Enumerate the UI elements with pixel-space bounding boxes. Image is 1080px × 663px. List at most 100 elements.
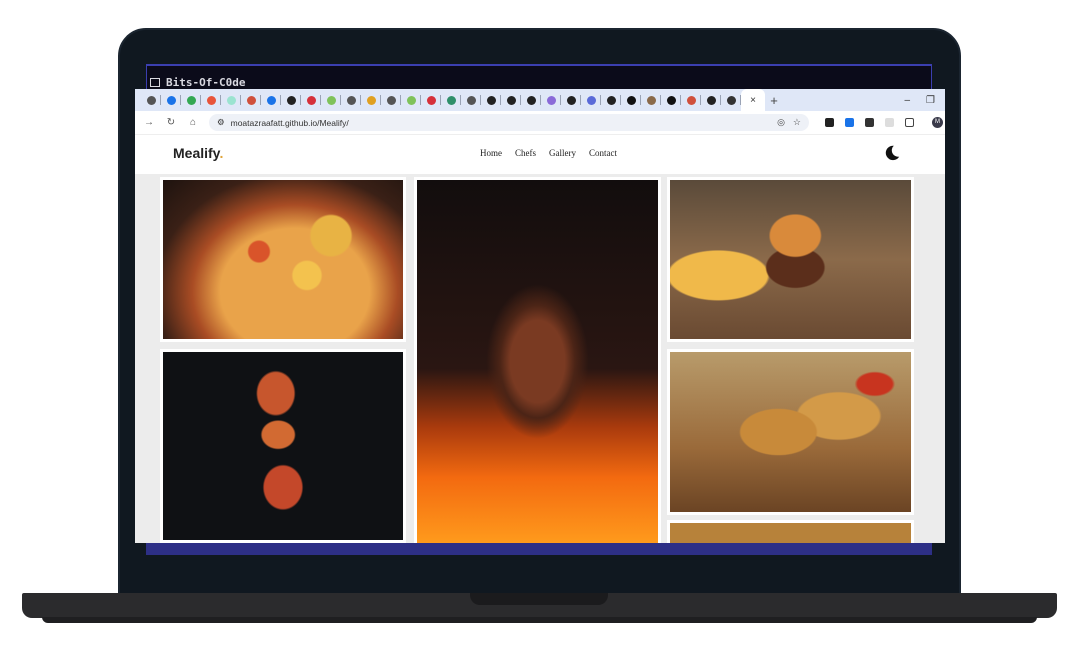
browser-tab[interactable] [401,89,421,111]
browser-tab[interactable] [281,89,301,111]
app-icon [266,95,276,105]
drive-icon [166,95,176,105]
browser-tab[interactable] [441,89,461,111]
github-icon [526,95,536,105]
app-icon [426,95,436,105]
fried-chicken-photo[interactable] [667,349,914,515]
app-icon [406,95,416,105]
browser-window: × + – ❐ → ↻ ⌂ ⚙ moatazraafatt.github.io/M… [135,89,945,543]
nav-home[interactable]: Home [480,148,502,158]
browser-tab[interactable] [721,89,741,111]
active-tab[interactable]: × [741,89,765,111]
nav-gallery[interactable]: Gallery [549,148,576,158]
download-extension-icon[interactable] [845,118,854,127]
globe-icon [346,95,356,105]
browser-tab[interactable] [581,89,601,111]
bookmark-icon [366,95,376,105]
star-icon[interactable]: ☆ [793,117,801,128]
browser-tab[interactable] [201,89,221,111]
browser-tab[interactable] [661,89,681,111]
browser-tab[interactable] [161,89,181,111]
app-icon [306,95,316,105]
browser-tab[interactable] [681,89,701,111]
browser-tab[interactable] [641,89,661,111]
reload-icon[interactable]: ↻ [165,117,177,128]
browser-tab[interactable] [501,89,521,111]
app-icon [666,95,676,105]
browser-tab[interactable] [381,89,401,111]
browser-tab[interactable] [541,89,561,111]
browser-tab[interactable] [221,89,241,111]
app-icon [726,95,736,105]
github-icon [286,95,296,105]
dark-mode-moon-icon[interactable] [883,144,901,162]
app-icon [626,95,636,105]
restore-button[interactable]: ❐ [926,95,935,106]
grilled-steak-fire-photo[interactable] [414,177,661,543]
browser-tab[interactable] [421,89,441,111]
browser-tab[interactable] [361,89,381,111]
nav-chefs[interactable]: Chefs [515,148,536,158]
app-icon [586,95,596,105]
blank-extension-icon[interactable] [885,118,894,127]
terminal-title-bar: Bits-Of-C0de [146,76,932,90]
globe-icon [386,95,396,105]
browser-tab[interactable] [521,89,541,111]
logo-dot: . [219,145,224,161]
logo-text: Mealify [173,145,220,161]
laptop-frame: Bits-Of-C0de × + – ❐ → ↻ ⌂ ⚙ moatazraafat… [0,0,1080,663]
browser-tab[interactable] [621,89,641,111]
address-bar[interactable]: ⚙ moatazraafatt.github.io/Mealify/ ◎ ☆ [209,114,809,131]
window-controls: – ❐ [904,95,945,106]
f-extension-icon[interactable] [865,118,874,127]
eye-off-icon[interactable]: ◎ [777,117,785,128]
terminal-title: Bits-Of-C0de [166,76,246,89]
home-icon[interactable]: ⌂ [187,117,199,128]
browser-tab[interactable] [601,89,621,111]
browser-tab[interactable] [141,89,161,111]
drive-icon [186,95,196,105]
github-icon [506,95,516,105]
browser-tab[interactable] [481,89,501,111]
floating-pizza-photo[interactable] [160,349,406,543]
globe-icon [466,95,476,105]
github-icon [486,95,496,105]
pizza-slice-photo[interactable] [160,177,406,342]
close-tab-icon[interactable]: × [750,95,756,106]
vite-icon [246,95,256,105]
browser-tab[interactable] [261,89,281,111]
minimize-button[interactable]: – [904,95,910,106]
app-icon [646,95,656,105]
puzzle-icon[interactable] [905,118,914,127]
pen-extension-icon[interactable] [825,118,834,127]
site-menu: Home Chefs Gallery Contact [480,148,617,158]
nav-contact[interactable]: Contact [589,148,617,158]
browser-tab[interactable] [561,89,581,111]
browser-tab[interactable] [321,89,341,111]
food-gallery [135,174,945,543]
app-icon [566,95,576,105]
browser-tab[interactable] [341,89,361,111]
terminal-icon [150,78,160,87]
laptop-base-shadow [42,617,1037,623]
vite-icon [686,95,696,105]
site-logo[interactable]: Mealify. [173,145,223,161]
site-header: Mealify. Home Chefs Gallery Contact [135,135,945,174]
site-settings-icon[interactable]: ⚙ [217,117,225,128]
burger-fries-photo[interactable] [667,177,914,342]
browser-tab[interactable] [461,89,481,111]
app-icon [606,95,616,105]
browser-tab[interactable] [241,89,261,111]
back-arrow-icon[interactable]: → [143,117,155,128]
new-tab-button[interactable]: + [765,93,783,108]
laptop-notch [470,593,608,605]
gallery-photo-partial[interactable] [667,520,914,543]
url-text[interactable]: moatazraafatt.github.io/Mealify/ [231,118,771,128]
github-icon [706,95,716,105]
browser-tab[interactable] [301,89,321,111]
browser-tab[interactable] [181,89,201,111]
profile-avatar[interactable]: M [932,117,943,128]
app-icon [446,95,456,105]
browser-tab[interactable] [701,89,721,111]
browser-toolbar: → ↻ ⌂ ⚙ moatazraafatt.github.io/Mealify/… [135,111,945,135]
